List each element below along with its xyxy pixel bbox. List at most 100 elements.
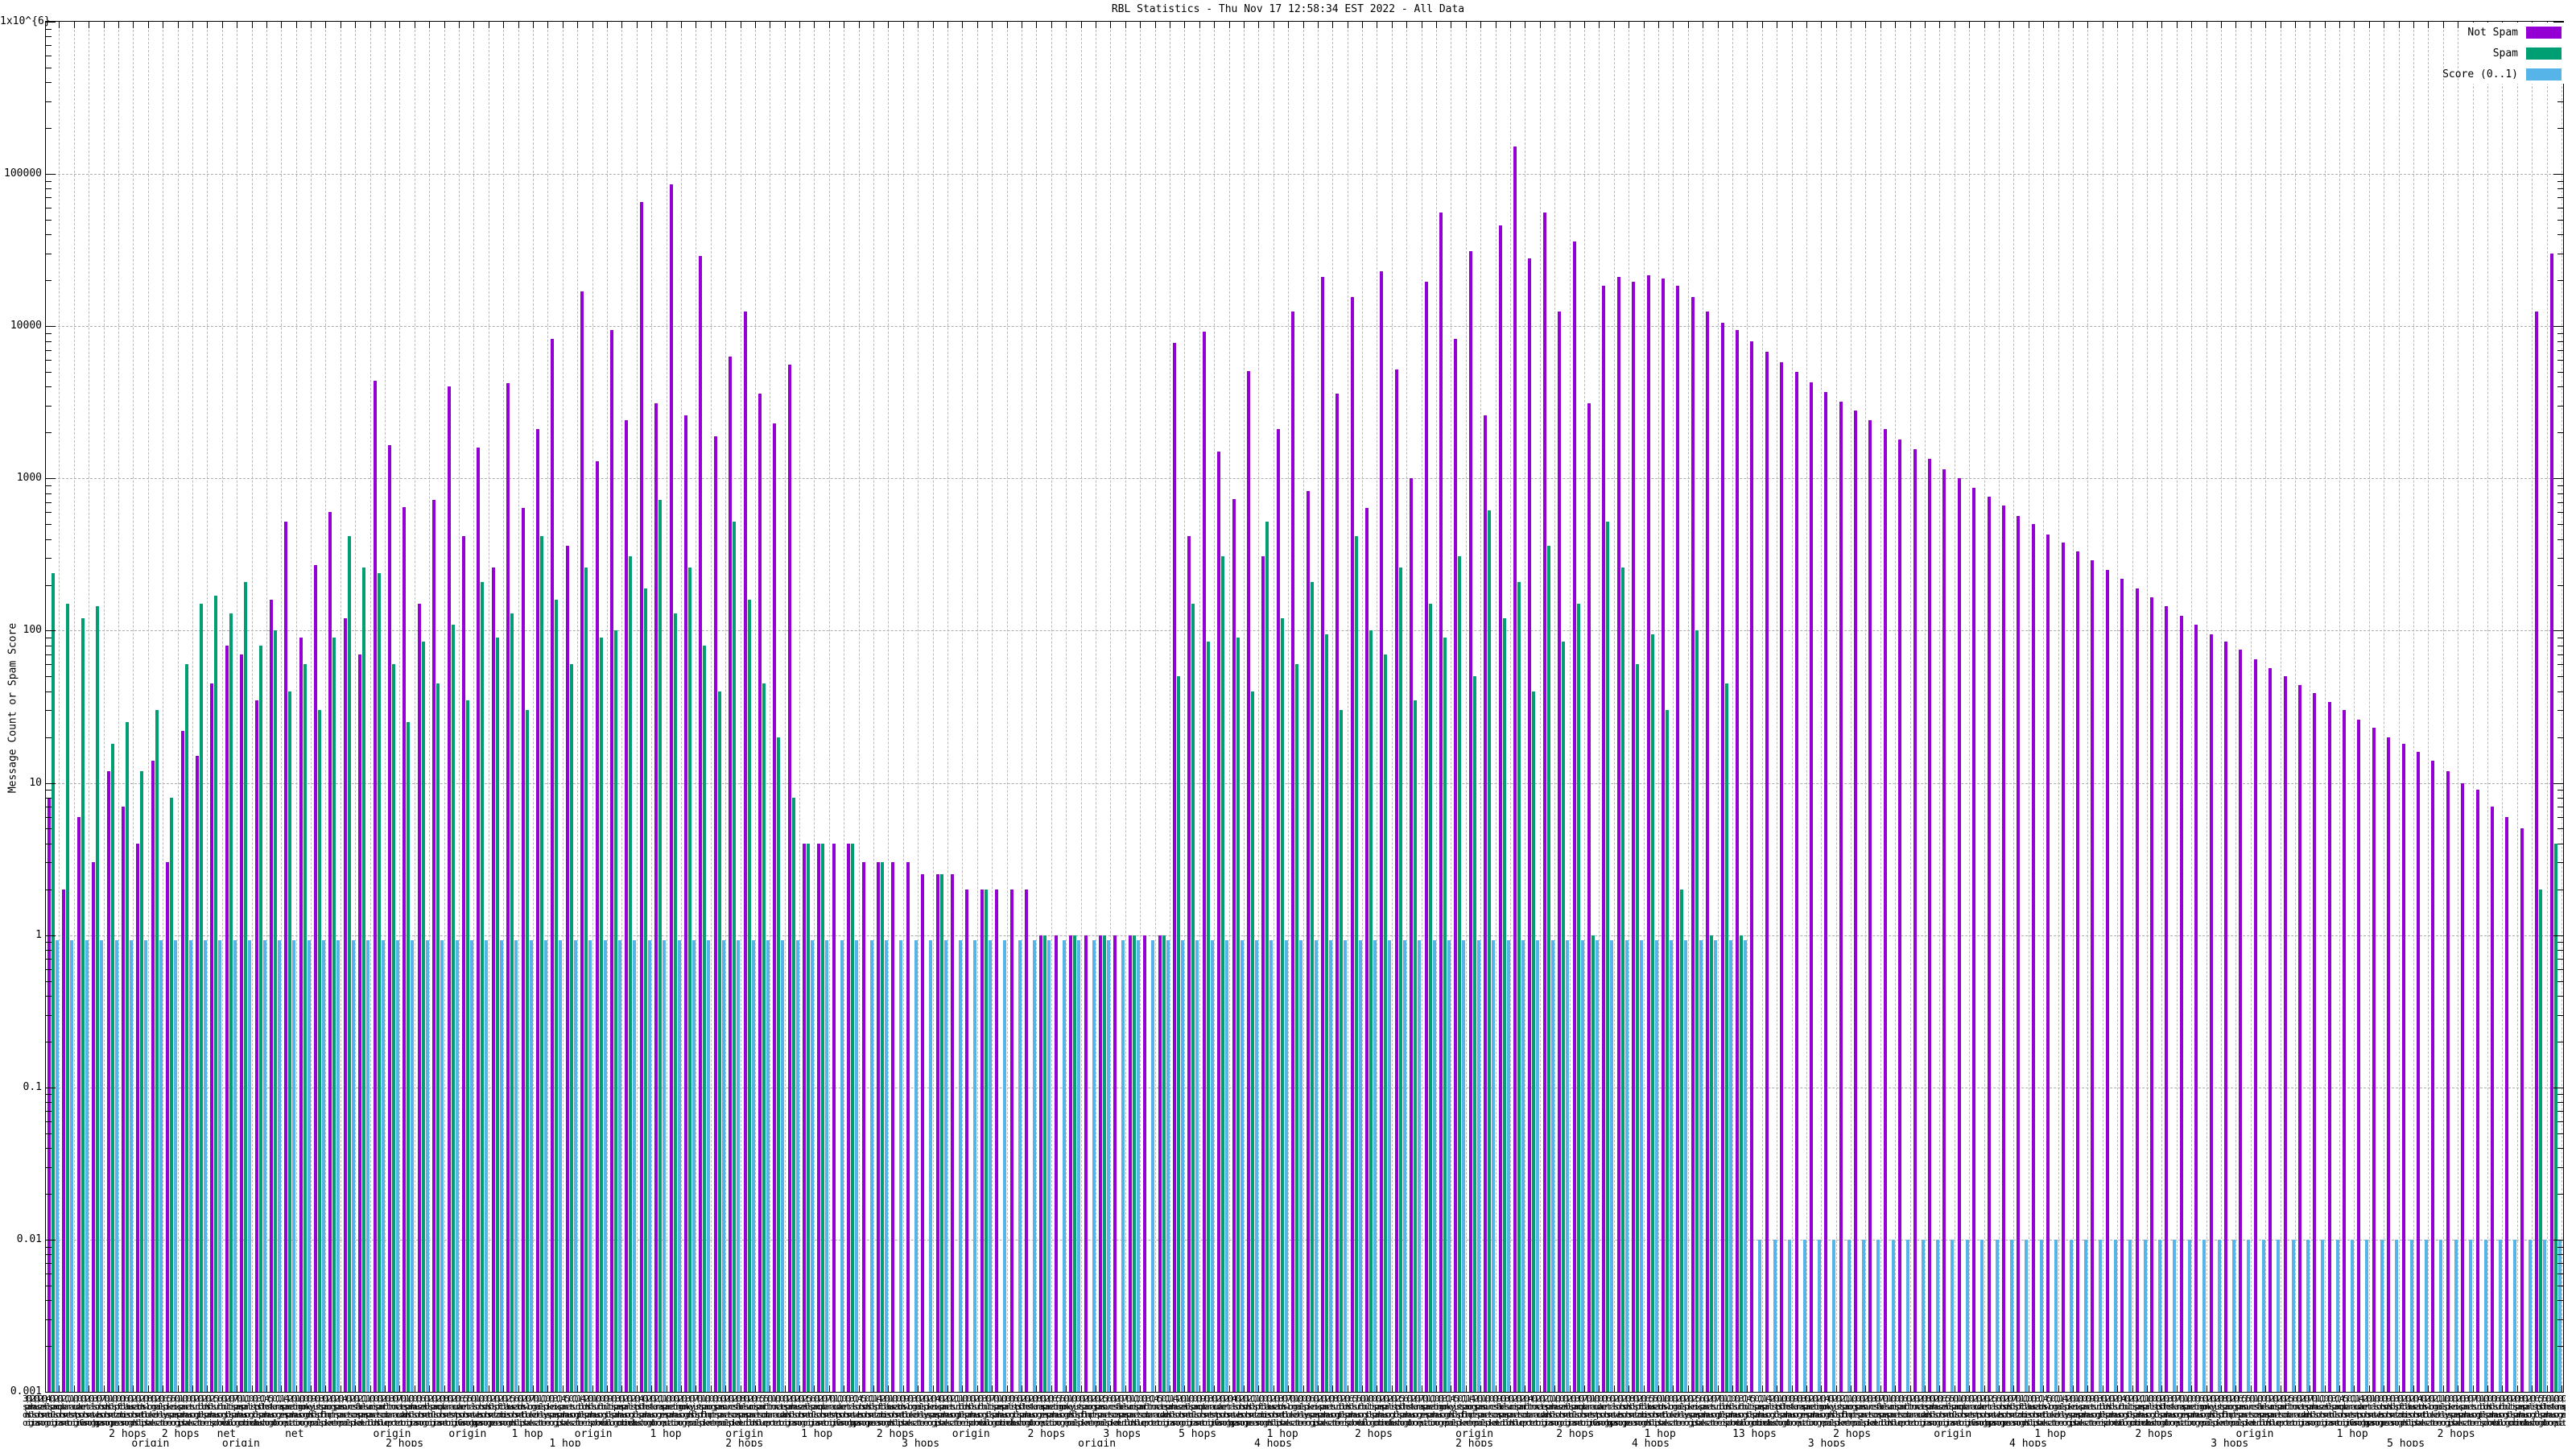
bar-spam: [126, 722, 129, 1392]
x-tick-bottom: [118, 1385, 119, 1392]
y-minor-tick-left: [46, 1194, 52, 1195]
y-tick-label: 0.01: [16, 1233, 42, 1245]
x-tick-top: [651, 22, 652, 28]
x-tick-bottom: [1229, 1385, 1230, 1392]
bar-spam: [66, 604, 69, 1392]
x-tick-top: [104, 22, 105, 28]
bar-score: [1625, 940, 1629, 1392]
y-minor-tick-left: [46, 36, 52, 37]
x-tick-top: [296, 22, 297, 28]
bar-score: [2084, 1240, 2087, 1392]
x-tick-bottom: [192, 1385, 193, 1392]
x-tick-bottom: [1540, 1385, 1541, 1392]
bar-score: [2070, 1240, 2073, 1392]
bar-spam: [392, 664, 395, 1392]
y-minor-tick-left: [46, 128, 52, 129]
bar-spam: [362, 568, 365, 1392]
bar-spam: [1355, 536, 1358, 1392]
x-tick-bottom: [2117, 1385, 2118, 1392]
bar-not-spam: [596, 461, 599, 1392]
x-tick-bottom: [2443, 1385, 2444, 1392]
x-axis-label-fragment: 2 hops: [725, 1438, 764, 1447]
x-tick-top: [1880, 22, 1881, 28]
bar-not-spam: [1928, 459, 1931, 1392]
vertical-gridline: [1792, 22, 1793, 1392]
bar-spam: [155, 710, 159, 1392]
bar-score: [426, 940, 429, 1392]
y-minor-tick-left: [46, 981, 52, 982]
x-tick-bottom: [1792, 1385, 1793, 1392]
vertical-gridline: [1969, 22, 1970, 1392]
bar-score: [2469, 1240, 2472, 1392]
bar-not-spam: [1261, 556, 1265, 1392]
y-minor-tick-right: [2557, 181, 2563, 182]
bar-score: [855, 940, 858, 1392]
vertical-gridline: [59, 22, 60, 1392]
vertical-gridline: [2547, 22, 2548, 1392]
bar-not-spam: [1662, 279, 1665, 1392]
vertical-gridline: [2117, 22, 2118, 1392]
bar-not-spam: [729, 357, 732, 1392]
x-tick-bottom: [577, 1385, 578, 1392]
bar-spam: [1177, 676, 1180, 1392]
y-minor-tick-left: [46, 341, 52, 342]
x-tick-bottom: [859, 1385, 860, 1392]
vertical-gridline: [1066, 22, 1067, 1392]
bar-not-spam: [1736, 330, 1739, 1392]
y-minor-tick-right: [2557, 101, 2563, 102]
bar-spam: [96, 606, 99, 1392]
bar-not-spam: [2194, 625, 2198, 1392]
y-minor-tick-right: [2557, 676, 2563, 677]
x-tick-top: [1406, 22, 1407, 28]
bar-not-spam: [1187, 536, 1191, 1392]
y-major-tick-right: [2553, 1240, 2563, 1241]
x-tick-top: [325, 22, 326, 28]
x-tick-top: [1836, 22, 1837, 28]
x-tick-bottom: [325, 1385, 326, 1392]
bar-spam: [718, 691, 721, 1392]
bar-not-spam: [536, 429, 539, 1392]
x-axis-label-fragment: 2 hops: [1455, 1438, 1494, 1447]
bar-not-spam: [921, 874, 924, 1392]
bar-score: [1077, 940, 1080, 1392]
bar-not-spam: [1321, 277, 1324, 1392]
x-tick-top: [992, 22, 993, 28]
bar-spam: [1591, 935, 1595, 1392]
bar-not-spam: [1113, 935, 1117, 1392]
x-tick-top: [1184, 22, 1185, 28]
y-tick-label: 100000: [4, 167, 42, 180]
y-minor-tick-right: [2557, 817, 2563, 818]
y-minor-tick-right: [2557, 950, 2563, 951]
vertical-gridline: [592, 22, 593, 1392]
bar-not-spam: [1884, 429, 1887, 1392]
vertical-gridline: [1895, 22, 1896, 1392]
x-tick-bottom: [1984, 1385, 1985, 1392]
x-axis-label-fragment: 1 hop: [549, 1438, 581, 1447]
bar-not-spam: [1335, 394, 1339, 1392]
bar-score: [2025, 1240, 2028, 1392]
x-tick-top: [1614, 22, 1615, 28]
y-minor-tick-left: [46, 942, 52, 943]
y-minor-tick-right: [2557, 234, 2563, 235]
bar-spam: [1488, 510, 1491, 1392]
x-tick-bottom: [355, 1385, 356, 1392]
y-minor-tick-left: [46, 1346, 52, 1347]
bar-spam: [1384, 654, 1387, 1392]
x-tick-top: [933, 22, 934, 28]
bar-score: [2188, 1240, 2191, 1392]
vertical-gridline: [252, 22, 253, 1392]
y-minor-tick-left: [46, 676, 52, 677]
vertical-gridline: [1392, 22, 1393, 1392]
x-tick-top: [1910, 22, 1911, 28]
bar-not-spam: [284, 522, 287, 1392]
x-tick-top: [399, 22, 400, 28]
y-minor-tick-left: [46, 1133, 52, 1134]
x-tick-top: [1599, 22, 1600, 28]
x-tick-bottom: [1406, 1385, 1407, 1392]
bar-not-spam: [477, 448, 480, 1392]
x-tick-top: [222, 22, 223, 28]
y-major-tick-left: [46, 22, 56, 23]
x-tick-bottom: [444, 1385, 445, 1392]
x-tick-bottom: [1081, 1385, 1082, 1392]
y-minor-tick-left: [46, 654, 52, 655]
